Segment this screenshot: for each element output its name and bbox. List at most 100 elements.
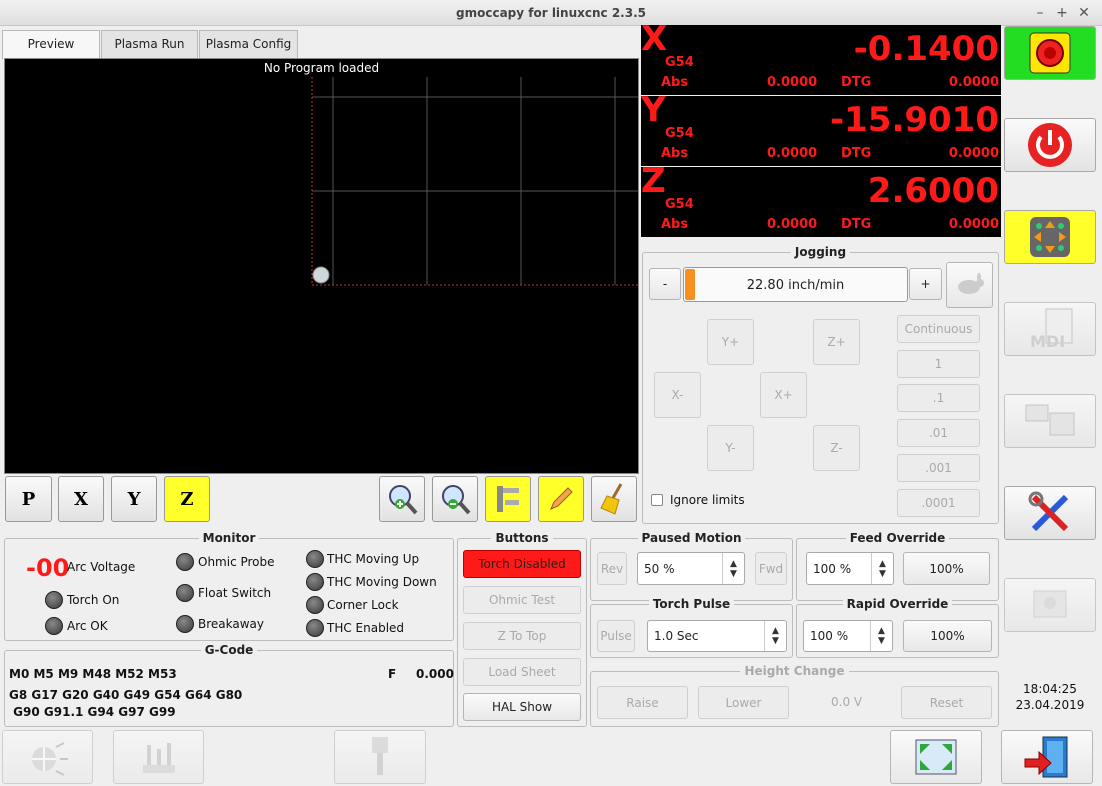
dro-value-z: 2.6000 [867,171,999,211]
clear-plot-button[interactable] [591,476,637,522]
pulse-button[interactable]: Pulse [597,620,635,652]
svg-text:MDI: MDI [1030,332,1065,351]
gcode-preview[interactable]: No Program loaded [4,58,639,474]
ohmic-probe-led [176,553,194,571]
view-p-button[interactable]: P [5,476,52,522]
dro-abs-z: 0.0000 [767,217,818,232]
dro-abs-label-z: Abs [661,217,689,232]
dro-axis-z: Z [641,161,666,201]
thc-enabled-led [306,619,324,637]
jog-speed-minus-button[interactable]: - [649,268,681,300]
tool-table-icon [142,743,175,773]
emergency-stop-icon [1029,32,1071,74]
increment-continuous-button[interactable]: Continuous [897,315,980,343]
user-tabs-icon [1033,590,1067,618]
rapid-override-value: 100 % [810,629,849,643]
forward-button[interactable]: Fwd [755,552,787,585]
rapid-override-reset-button[interactable]: 100% [903,620,992,652]
paused-speed-select[interactable]: 50 % ▲ ▼ [637,552,745,585]
view-x-button[interactable]: X [58,476,104,522]
height-reset-button[interactable]: Reset [901,686,992,719]
pencil-icon [550,487,573,510]
jog-x-minus-button[interactable]: X- [654,372,701,418]
jog-x-plus-button[interactable]: X+ [760,372,807,418]
tool-table-button[interactable] [113,730,204,784]
exit-button[interactable] [1001,730,1093,784]
broom-icon [600,483,623,515]
jog-speed-slider[interactable]: 22.80 inch/min [683,267,908,302]
dro-value-y: -15.9010 [830,100,999,140]
edit-button[interactable] [538,476,584,522]
dro-dtg-x: 0.0000 [948,75,999,90]
height-lower-button[interactable]: Lower [698,686,789,719]
torch-on-label: Torch On [67,593,120,607]
torch-enable-button[interactable]: Torch Disabled [463,550,581,578]
clock-date: 23.04.2019 [1015,698,1085,712]
breakaway-label: Breakaway [198,617,264,631]
zoom-out-icon [442,485,471,515]
pulse-time-select[interactable]: 1.0 Sec ▲ ▼ [647,620,787,652]
arc-ok-led [45,617,63,635]
emergency-stop-button[interactable] [1004,26,1096,80]
tab-plasma-config[interactable]: Plasma Config [199,30,298,58]
jog-arrows-icon [1030,217,1070,257]
feed-override-reset-button[interactable]: 100% [903,552,990,585]
jog-y-plus-button[interactable]: Y+ [707,319,754,365]
increment-0-1-button[interactable]: .1 [897,384,980,412]
tab-preview[interactable]: Preview [2,30,100,59]
zoom-in-icon [389,485,418,515]
increment-0-001-button[interactable]: .001 [897,454,980,482]
turtle-jog-button[interactable] [946,262,993,308]
close-button[interactable]: ✕ [1074,3,1094,23]
hal-show-button[interactable]: HAL Show [463,693,581,721]
machine-power-button[interactable] [1004,118,1096,172]
ohmic-test-button[interactable]: Ohmic Test [463,586,581,614]
maximize-button[interactable]: + [1052,3,1072,23]
rapid-override-spin[interactable]: 100 % ▲ ▼ [803,620,893,652]
feed-override-spin[interactable]: 100 % ▲ ▼ [806,552,894,585]
ohmic-probe-label: Ohmic Probe [198,555,275,569]
spindle-button[interactable] [334,730,426,784]
dro-system-x: G54 [665,55,694,70]
view-y-label: Y [127,488,141,510]
manual-mode-button[interactable] [1004,210,1096,264]
jog-speed-plus-button[interactable]: + [909,268,942,300]
zoom-out-button[interactable] [432,476,478,522]
view-z-button[interactable]: Z [164,476,210,522]
user-tabs-button[interactable] [1004,578,1096,632]
float-switch-led [176,584,194,602]
tab-plasma-run[interactable]: Plasma Run [101,30,198,58]
jog-z-minus-button[interactable]: Z- [813,425,860,471]
settings-button[interactable] [1004,486,1096,540]
buttons-title: Buttons [458,531,586,545]
paused-speed-value: 50 % [644,561,675,576]
updown-icon: ▲ ▼ [764,621,786,651]
fullscreen-button[interactable] [890,730,982,784]
mdi-mode-button[interactable]: MDI [1004,302,1096,356]
preview-grid [311,77,638,286]
gcode-mcodes: M0 M5 M9 M48 M52 M53 [9,667,177,681]
reverse-button[interactable]: Rev [597,552,627,585]
jog-speed-value: 22.80 inch/min [746,278,845,293]
jog-z-plus-button[interactable]: Z+ [813,319,860,365]
jog-y-minus-button[interactable]: Y- [707,425,754,471]
zoom-in-button[interactable] [379,476,425,522]
increment-0-0001-button[interactable]: .0001 [897,489,980,517]
view-x-label: X [74,488,88,510]
increment-0-01-button[interactable]: .01 [897,419,980,447]
clock-time: 18:04:25 [1023,682,1077,696]
touch-off-button[interactable] [2,730,93,784]
ignore-limits-checkbox[interactable] [651,494,663,506]
z-to-top-button[interactable]: Z To Top [463,622,581,650]
breakaway-led [176,615,194,633]
minimize-button[interactable]: – [1030,3,1050,23]
updown-icon: ▲ ▼ [722,553,744,584]
increment-1-button[interactable]: 1 [897,350,980,378]
height-raise-button[interactable]: Raise [597,686,688,719]
load-sheet-button[interactable]: Load Sheet [463,658,581,686]
measure-button[interactable] [485,476,531,522]
dro-x: X G54 -0.1400 Abs 0.0000 DTG 0.0000 [641,19,1001,95]
dro-dtg-y: 0.0000 [948,146,999,161]
auto-mode-button[interactable] [1004,394,1096,448]
view-y-button[interactable]: Y [111,476,157,522]
